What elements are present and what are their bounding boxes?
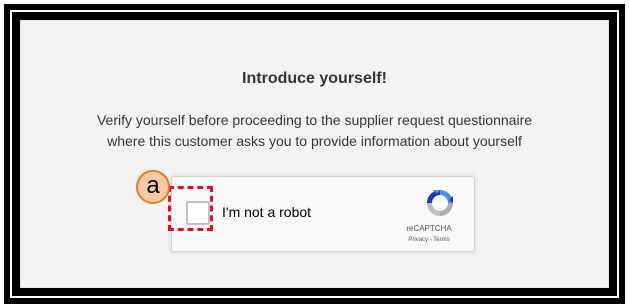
page-title: Introduce yourself!	[242, 70, 387, 87]
recaptcha-logo-icon	[427, 190, 453, 216]
description-line-1: Verify yourself before proceeding to the…	[96, 112, 533, 128]
recaptcha-widget: I'm not a robot reCAPTCHA Privacy - Term…	[171, 176, 475, 252]
screenshot-frame: Introduce yourself! Verify yourself befo…	[4, 4, 625, 304]
description-line-2: where this customer asks you to provide …	[107, 133, 522, 149]
verification-panel: Introduce yourself! Verify yourself befo…	[20, 20, 609, 288]
recaptcha-links: Privacy - Terms	[397, 237, 461, 243]
terms-link[interactable]: Terms	[433, 237, 449, 243]
privacy-link[interactable]: Privacy	[408, 237, 428, 243]
description-text: Verify yourself before proceeding to the…	[20, 110, 609, 152]
annotation-badge: a	[136, 170, 170, 204]
checkbox-highlight-annotation	[168, 186, 213, 231]
not-a-robot-label[interactable]: I'm not a robot	[222, 204, 311, 220]
recaptcha-brand-text: reCAPTCHA	[406, 224, 452, 233]
